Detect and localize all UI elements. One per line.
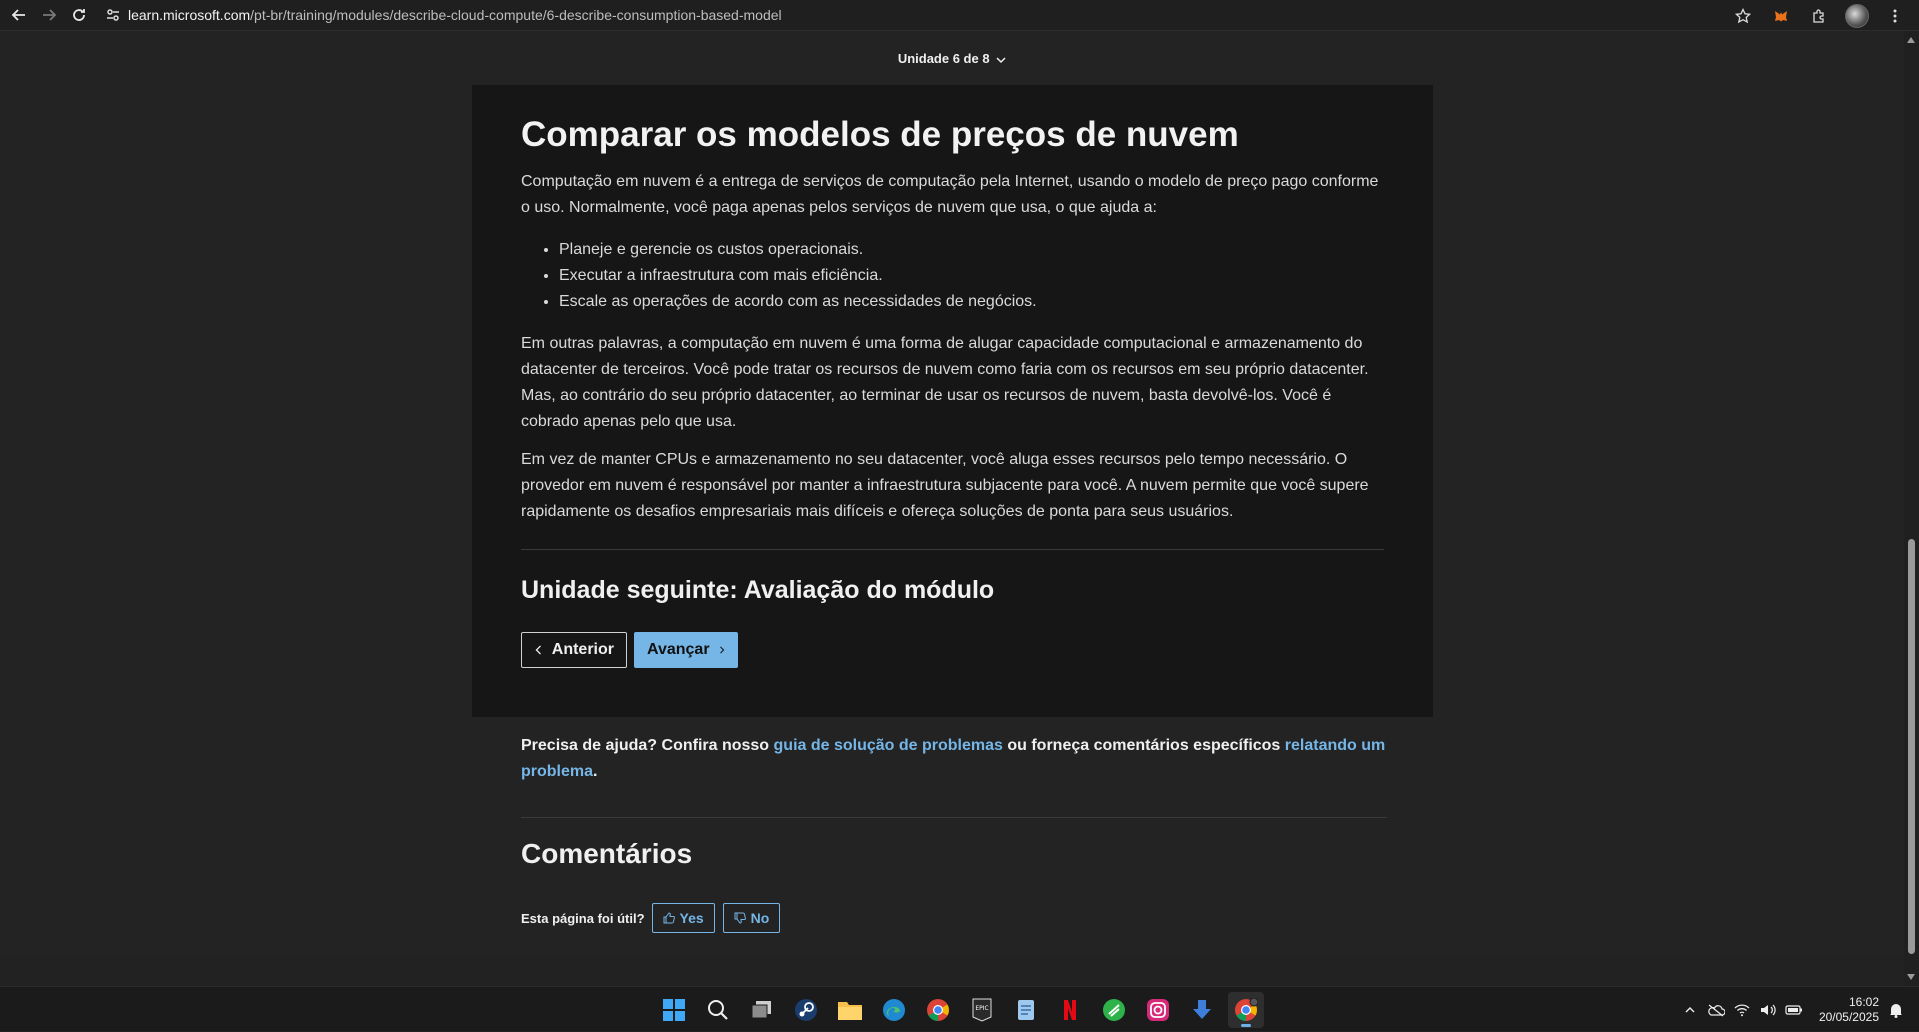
browser-menu-icon[interactable]: [1881, 2, 1909, 30]
page-title: Comparar os modelos de preços de nuvem: [521, 115, 1239, 154]
content-card: Comparar os modelos de preços de nuvem C…: [472, 85, 1433, 717]
edge-icon[interactable]: [876, 992, 912, 1028]
notepad-icon[interactable]: [1008, 992, 1044, 1028]
next-unit-heading: Unidade seguinte: Avaliação do módulo: [521, 576, 995, 604]
sheets-app-icon[interactable]: [1096, 992, 1132, 1028]
no-button[interactable]: No: [722, 903, 781, 933]
steam-icon[interactable]: [788, 992, 824, 1028]
reload-button[interactable]: [68, 4, 90, 26]
forward-button[interactable]: [38, 4, 60, 26]
windows-taskbar: EPIC 16:02 20/05/2025: [0, 986, 1919, 1031]
divider: [521, 549, 1384, 550]
task-view-icon[interactable]: [744, 992, 780, 1028]
chevron-up-icon[interactable]: [1679, 999, 1701, 1021]
help-suffix: .: [593, 763, 598, 780]
extensions-puzzle-icon[interactable]: [1805, 2, 1833, 30]
url-host: learn.microsoft.com: [128, 7, 251, 23]
divider: [521, 817, 1387, 818]
feedback-question: Esta página foi útil?: [521, 910, 645, 926]
scroll-down-arrow-icon[interactable]: [1907, 974, 1915, 980]
reload-icon: [73, 9, 85, 21]
help-prefix: Precisa de ajuda? Confira nosso: [521, 737, 774, 754]
start-icon[interactable]: [656, 992, 692, 1028]
paragraph-rent: Em outras palavras, a computação em nuve…: [521, 335, 1369, 430]
instagram-icon[interactable]: [1140, 992, 1176, 1028]
unit-selector[interactable]: Unidade 6 de 8: [0, 51, 1904, 66]
thumbs-down-icon: [734, 912, 746, 924]
feedback-row: Esta página foi útil? Yes No: [521, 903, 788, 933]
thumbs-up-icon: [663, 912, 675, 924]
chevron-right-icon: [719, 646, 724, 654]
next-button[interactable]: Avançar: [634, 632, 738, 668]
system-tray: 16:02 20/05/2025: [1679, 987, 1919, 1032]
url-path: /pt-br/training/modules/describe-cloud-c…: [250, 7, 782, 23]
file-explorer-icon[interactable]: [832, 992, 868, 1028]
previous-button-label: Anterior: [551, 641, 614, 658]
unit-selector-label: Unidade 6 de 8: [897, 51, 990, 66]
browser-toolbar: learn.microsoft.com/pt-br/training/modul…: [0, 0, 1919, 31]
comments-heading: Comentários: [521, 838, 693, 869]
previous-button[interactable]: Anterior: [521, 632, 627, 668]
list-item: Escale as operações de acordo com as nec…: [559, 289, 1384, 315]
netflix-icon[interactable]: [1052, 992, 1088, 1028]
back-button[interactable]: [8, 4, 30, 26]
address-bar[interactable]: learn.microsoft.com/pt-br/training/modul…: [128, 7, 782, 23]
tune-icon: [107, 9, 119, 21]
wifi-icon[interactable]: [1731, 999, 1753, 1021]
volume-icon[interactable]: [1757, 999, 1779, 1021]
metamask-extension-icon[interactable]: [1767, 2, 1795, 30]
intro-paragraph: Computação em nuvem é a entrega de servi…: [521, 173, 1379, 216]
back-arrow-icon: [11, 9, 25, 21]
troubleshooting-link[interactable]: guia de solução de problemas: [774, 737, 1003, 754]
help-middle: ou forneça comentários específicos: [1002, 737, 1285, 754]
battery-icon[interactable]: [1783, 999, 1805, 1021]
notification-bell-icon[interactable]: [1885, 999, 1907, 1021]
yes-button[interactable]: Yes: [651, 903, 715, 933]
profile-avatar[interactable]: [1843, 2, 1871, 30]
web-page: Unidade 6 de 8 Comparar os modelos de pr…: [0, 31, 1904, 955]
yes-label: Yes: [679, 910, 704, 926]
scroll-thumb[interactable]: [1908, 539, 1915, 954]
list-item: Planeje e gerencie os custos operacionai…: [559, 237, 1384, 263]
chevron-down-icon: [996, 57, 1006, 63]
download-app-icon[interactable]: [1184, 992, 1220, 1028]
bookmark-star-icon[interactable]: [1729, 2, 1757, 30]
onedrive-icon[interactable]: [1705, 999, 1727, 1021]
help-text: Precisa de ajuda? Confira nosso guia de …: [521, 733, 1391, 785]
svg-text:EPIC: EPIC: [975, 1005, 988, 1012]
chrome-icon[interactable]: [920, 992, 956, 1028]
scroll-up-arrow-icon[interactable]: [1907, 37, 1915, 43]
next-button-label: Avançar: [647, 641, 710, 658]
clock[interactable]: 16:02 20/05/2025: [1819, 995, 1879, 1025]
chevron-left-icon: [535, 645, 541, 655]
forward-arrow-icon: [43, 9, 57, 21]
no-label: No: [750, 910, 770, 926]
chrome-active-icon[interactable]: [1228, 991, 1264, 1028]
search-icon[interactable]: [700, 992, 736, 1028]
clock-time: 16:02: [1848, 994, 1879, 1009]
paragraph-cpus: Em vez de manter CPUs e armazenamento no…: [521, 451, 1369, 520]
benefits-list: Planeje e gerencie os custos operacionai…: [559, 237, 1384, 315]
clock-date: 20/05/2025: [1818, 1009, 1879, 1024]
list-item: Executar a infraestrutura com mais efici…: [559, 263, 1384, 289]
epic-games-icon[interactable]: EPIC: [964, 992, 1000, 1028]
page-scrollbar[interactable]: [1904, 31, 1919, 986]
site-info-button[interactable]: [102, 4, 124, 26]
